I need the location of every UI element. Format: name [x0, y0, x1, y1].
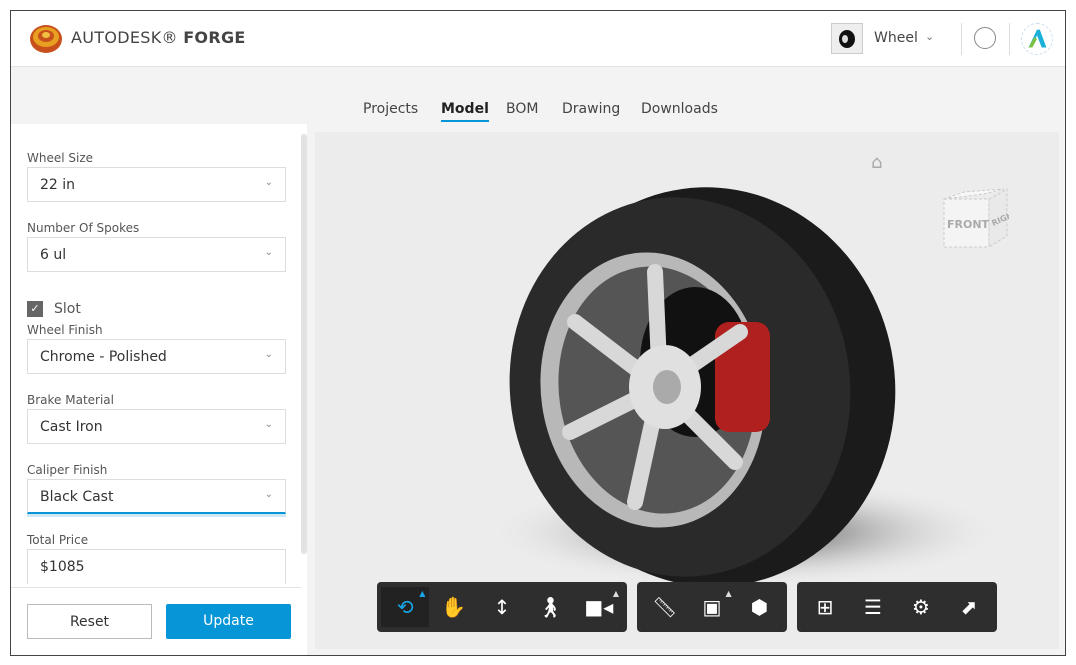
home-icon[interactable]: ⌂: [871, 152, 882, 173]
viewcube-front-label: FRONT: [947, 218, 990, 231]
header: AUTODESK® FORGE Wheel ⌄: [11, 11, 1065, 67]
caliper-finish-select[interactable]: Black Cast ⌄: [27, 479, 286, 514]
divider: [961, 23, 962, 55]
settings-gear-icon[interactable]: ⚙: [897, 587, 945, 627]
update-button[interactable]: Update: [166, 604, 291, 639]
first-person-icon[interactable]: 🚶︎: [526, 587, 574, 627]
viewcube[interactable]: FRONT RIGHT: [939, 184, 1009, 254]
spokes-value: 6 ul: [40, 247, 67, 263]
properties-icon[interactable]: ☰: [849, 587, 897, 627]
brake-material-value: Cast Iron: [40, 419, 103, 435]
autodesk-logo-icon[interactable]: [1021, 23, 1053, 55]
wheel-size-label: Wheel Size: [27, 151, 94, 165]
orbit-icon[interactable]: ⟲ ▲: [381, 587, 430, 627]
slot-checkbox[interactable]: ✓: [27, 301, 43, 317]
chevron-down-icon: ⌄: [264, 419, 273, 430]
panel-footer: Reset Update: [11, 587, 301, 655]
brake-material-select[interactable]: Cast Iron ⌄: [27, 409, 286, 444]
total-price-value: $1085: [40, 559, 85, 575]
caliper-finish-label: Caliper Finish: [27, 463, 108, 477]
tab-model[interactable]: Model: [441, 101, 489, 122]
product-thumbnail[interactable]: [831, 23, 863, 54]
chevron-down-icon: ⌄: [264, 489, 273, 500]
reset-button[interactable]: Reset: [27, 604, 152, 639]
forge-logo-icon: [30, 25, 62, 53]
app-window: AUTODESK® FORGE Wheel ⌄ Projects Model B…: [10, 10, 1066, 656]
slot-label: Slot: [54, 301, 81, 317]
tab-drawing[interactable]: Drawing: [562, 101, 620, 117]
brake-material-label: Brake Material: [27, 393, 114, 407]
model-browser-icon[interactable]: ⊞: [801, 587, 849, 627]
tab-projects[interactable]: Projects: [363, 101, 418, 117]
scrollbar[interactable]: [301, 134, 307, 554]
pan-icon[interactable]: ✋: [429, 587, 477, 627]
tab-bar: Projects Model BOM Drawing Downloads: [11, 68, 1065, 124]
wheel-finish-value: Chrome - Polished: [40, 349, 167, 365]
total-price-field: $1085: [27, 549, 286, 584]
settings-toolbar: ⊞ ☰ ⚙ ⬈: [797, 582, 997, 632]
chevron-down-icon: ⌄: [264, 177, 273, 188]
chevron-down-icon[interactable]: ⌄: [925, 30, 934, 43]
fullscreen-icon[interactable]: ⬈: [945, 587, 993, 627]
explode-icon[interactable]: ⬢: [736, 587, 783, 627]
wheel-size-value: 22 in: [40, 177, 76, 193]
tab-downloads[interactable]: Downloads: [641, 101, 718, 117]
config-panel: Wheel Size 22 in ⌄ Number Of Spokes 6 ul ⌄…: [11, 124, 307, 655]
measure-icon[interactable]: 📏︎: [641, 587, 688, 627]
brand: AUTODESK® FORGE: [71, 28, 246, 47]
product-selector[interactable]: Wheel: [874, 30, 918, 46]
spokes-label: Number Of Spokes: [27, 221, 140, 235]
navigation-toolbar: ⟲ ▲ ✋ ↕ 🚶︎ ■◂ ▲: [377, 582, 627, 632]
wheel-size-select[interactable]: 22 in ⌄: [27, 167, 286, 202]
3d-viewer[interactable]: ⌂ FRONT RIGHT ⟲ ▲ ✋ ↕ 🚶︎ ■◂ ▲ 📏︎ ▣ ▲ ⬢ ⊞ ☰ …: [315, 132, 1059, 649]
chevron-down-icon: ⌄: [264, 349, 273, 360]
caliper-finish-value: Black Cast: [40, 489, 114, 505]
divider: [1009, 23, 1010, 55]
wheel-finish-select[interactable]: Chrome - Polished ⌄: [27, 339, 286, 374]
total-price-label: Total Price: [27, 533, 89, 547]
section-icon[interactable]: ▣ ▲: [688, 587, 735, 627]
dolly-icon[interactable]: ↕: [478, 587, 526, 627]
wheel-icon: [839, 29, 855, 48]
spokes-select[interactable]: 6 ul ⌄: [27, 237, 286, 272]
wheel-finish-label: Wheel Finish: [27, 323, 103, 337]
model-tools-toolbar: 📏︎ ▣ ▲ ⬢: [637, 582, 787, 632]
chevron-down-icon: ⌄: [264, 247, 273, 258]
wrench-icon[interactable]: [974, 27, 996, 49]
camera-icon[interactable]: ■◂ ▲: [575, 587, 623, 627]
tab-bom[interactable]: BOM: [506, 101, 538, 117]
